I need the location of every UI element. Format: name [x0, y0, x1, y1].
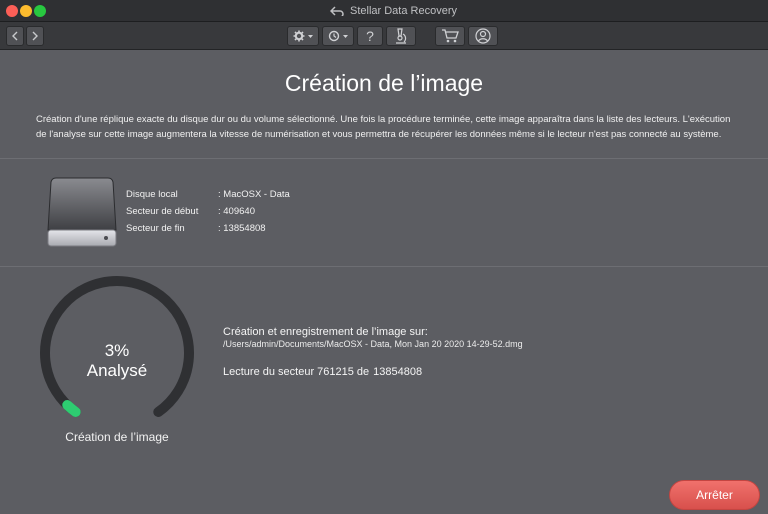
chevron-right-icon	[32, 31, 38, 41]
end-sector-label: Secteur de fin	[126, 223, 185, 234]
history-icon	[328, 30, 348, 42]
help-button[interactable]: ?	[357, 26, 383, 46]
cart-button[interactable]	[435, 26, 465, 46]
sector-progress: Lecture du secteur 761215 de 13854808	[223, 366, 422, 378]
help-icon: ?	[366, 28, 374, 44]
stop-button[interactable]: Arrêter	[669, 480, 760, 510]
page-title: Création de l’image	[284, 70, 484, 96]
history-button[interactable]	[322, 26, 354, 46]
start-sector-value: : 409640	[218, 206, 255, 217]
user-icon	[475, 28, 491, 44]
back-button[interactable]	[6, 26, 24, 46]
hard-drive-icon	[47, 177, 117, 247]
page-description: Création d'une réplique exacte du disque…	[36, 114, 731, 140]
toolbar: ?	[0, 22, 768, 50]
window-title: Stellar Data Recovery	[330, 3, 457, 19]
close-window-button[interactable]	[6, 5, 18, 17]
minimize-window-button[interactable]	[20, 5, 32, 17]
chevron-left-icon	[12, 31, 18, 41]
scan-button[interactable]	[386, 26, 416, 46]
gear-icon	[293, 30, 313, 42]
sector-progress-label: Lecture du secteur 761215 de	[223, 366, 370, 378]
disk-value: : MacOSX - Data	[218, 189, 290, 200]
cart-icon	[442, 29, 459, 43]
gauge-progress	[62, 400, 81, 417]
account-button[interactable]	[468, 26, 498, 46]
microscope-icon	[396, 28, 407, 44]
app-logo-icon	[330, 6, 344, 16]
section-divider	[0, 266, 768, 267]
disk-label: Disque local	[126, 189, 178, 200]
maximize-window-button[interactable]	[34, 5, 46, 17]
settings-button[interactable]	[287, 26, 319, 46]
end-sector-value: : 13854808	[218, 223, 266, 234]
sector-progress-total: 13854808	[373, 366, 423, 378]
forward-button[interactable]	[26, 26, 44, 46]
disk-info: Disque local : MacOSX - Data Secteur de …	[126, 188, 358, 236]
gauge-caption: Création de l’image	[65, 430, 169, 444]
save-heading: Création et enregistrement de l’image su…	[223, 326, 428, 338]
progress-status: Analysé	[86, 361, 148, 380]
save-path: /Users/admin/Documents/MacOSX - Data, Mo…	[223, 339, 523, 349]
start-sector-label: Secteur de début	[126, 206, 199, 217]
progress-percent: 3%	[104, 341, 130, 360]
app-title: Stellar Data Recovery	[350, 5, 457, 17]
title-bar: Stellar Data Recovery	[0, 0, 768, 22]
section-divider	[0, 158, 768, 159]
